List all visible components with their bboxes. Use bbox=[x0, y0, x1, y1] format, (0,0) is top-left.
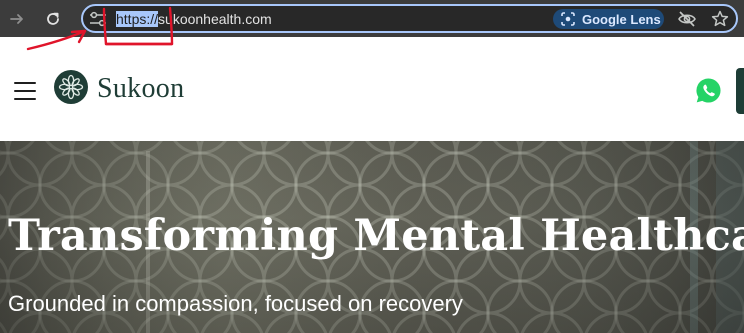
google-lens-icon bbox=[561, 12, 575, 26]
address-bar[interactable]: https://sukoonhealth.com Google Lens bbox=[81, 4, 738, 33]
hero-title: Transforming Mental Healthcare bbox=[8, 211, 744, 261]
url-domain[interactable]: sukoonhealth.com bbox=[158, 11, 272, 27]
site-settings-icon[interactable] bbox=[89, 11, 107, 27]
google-lens-label: Google Lens bbox=[582, 11, 661, 27]
google-lens-button[interactable]: Google Lens bbox=[553, 9, 664, 29]
brand-name[interactable]: Sukoon bbox=[97, 73, 184, 105]
star-icon[interactable] bbox=[711, 10, 729, 28]
browser-toolbar: https://sukoonhealth.com Google Lens bbox=[0, 0, 744, 37]
site-header: Sukoon bbox=[0, 37, 744, 141]
eye-slash-icon[interactable] bbox=[677, 10, 697, 28]
header-cta-button-edge[interactable] bbox=[736, 68, 744, 114]
hamburger-menu-icon[interactable] bbox=[14, 82, 36, 100]
sukoon-logo-icon[interactable] bbox=[54, 70, 88, 104]
whatsapp-icon[interactable] bbox=[695, 77, 722, 104]
url-scheme-selected[interactable]: https:// bbox=[116, 11, 159, 27]
hero-subtitle: Grounded in compassion, focused on recov… bbox=[8, 291, 463, 316]
reload-icon bbox=[47, 12, 59, 25]
url-text[interactable]: https://sukoonhealth.com bbox=[116, 10, 272, 28]
forward-button[interactable] bbox=[3, 5, 31, 33]
hero-section: Transforming Mental Healthcare Grounded … bbox=[0, 141, 744, 333]
forward-arrow-icon bbox=[10, 14, 23, 24]
reload-button[interactable] bbox=[39, 5, 67, 33]
